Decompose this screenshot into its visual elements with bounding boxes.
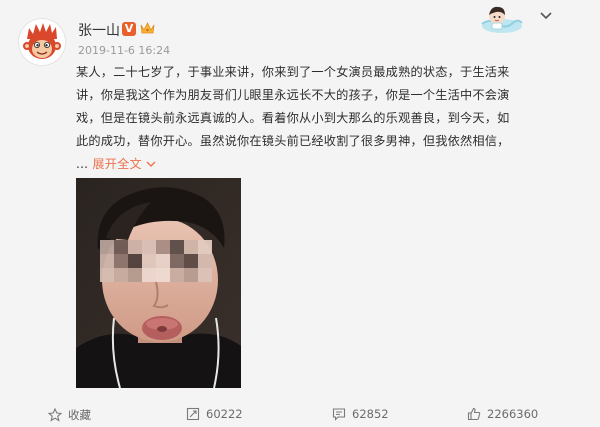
post-line: 此的成功，替你开心。虽然说你在镜头前已经收割了很多男神，但我依然相信， xyxy=(76,134,510,148)
repost-button[interactable]: 60222 xyxy=(186,407,243,421)
expand-row: ... 展开全文 xyxy=(76,153,558,176)
username[interactable]: 张一山 xyxy=(78,20,120,40)
avatar[interactable] xyxy=(18,18,66,66)
favorite-button[interactable]: 收藏 xyxy=(48,407,91,423)
like-count: 2266360 xyxy=(487,407,539,421)
post-timestamp[interactable]: 2019-11-6 16:24 xyxy=(78,44,170,57)
repost-count: 60222 xyxy=(206,407,243,421)
vip-crown-icon xyxy=(140,22,155,34)
comment-count: 62852 xyxy=(352,407,389,421)
favorite-label: 收藏 xyxy=(68,408,91,422)
character-sticker-icon xyxy=(481,6,523,33)
expand-chevron-icon[interactable] xyxy=(146,161,156,168)
action-bar: 收藏 60222 62852 2266360 xyxy=(0,400,600,427)
like-button[interactable]: 2266360 xyxy=(467,407,538,421)
selfie-photo-image xyxy=(76,178,241,388)
post-line: 讲，你是我这个作为朋友哥们儿眼里永远长不大的孩子，你是一个生活中不会演 xyxy=(76,88,510,102)
post-menu-chevron-icon[interactable] xyxy=(539,11,553,21)
ellipsis: ... xyxy=(76,157,89,171)
expand-full-text-link[interactable]: 展开全文 xyxy=(92,157,142,171)
post-photo[interactable] xyxy=(76,178,241,388)
repost-icon xyxy=(186,407,200,421)
star-icon xyxy=(48,408,62,422)
post-line: 某人，二十七岁了，于事业来讲，你来到了一个女演员最成熟的状态，于生活来 xyxy=(76,65,510,79)
comment-icon xyxy=(332,408,346,421)
monkey-king-avatar-icon xyxy=(19,19,65,65)
post-body: 某人，二十七岁了，于事业来讲，你来到了一个女演员最成熟的状态，于生活来 讲，你是… xyxy=(76,61,558,176)
verified-badge-icon: V xyxy=(122,22,136,36)
thumbs-up-icon xyxy=(467,407,481,421)
comment-button[interactable]: 62852 xyxy=(332,407,389,421)
post-line: 戏，但是在镜头前永远真诚的人。看着你从小到大那么的乐观善良，到今天，如 xyxy=(76,111,510,125)
